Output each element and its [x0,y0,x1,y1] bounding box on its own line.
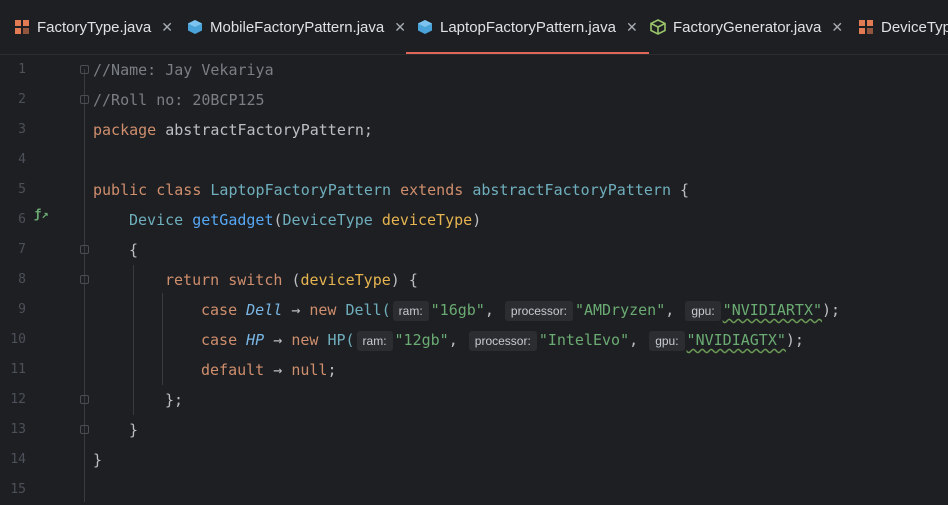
code-line-7: { [129,241,139,259]
line-number: 11 [10,362,26,377]
java-abstract-icon [187,19,203,35]
java-class-icon [858,19,874,35]
fold-marker[interactable] [80,245,89,254]
line-number: 15 [10,482,26,497]
line-number: 5 [18,182,26,197]
param-hint: gpu: [685,300,721,321]
param-hint: ram: [392,300,429,321]
tab-label: DeviceTyp [881,18,948,36]
line-number: 4 [18,152,26,167]
code-line-10: case HP → new HP(ram: "12gb", processor: "… [201,330,804,351]
override-marker-icon[interactable]: ƒ↗ [34,207,48,221]
line-number: 2 [18,92,26,107]
tab-label: LaptopFactoryPattern.java [440,18,616,36]
java-interface-icon [650,19,666,35]
line-number: 10 [10,332,26,347]
fold-marker[interactable] [80,95,89,104]
line-number: 14 [10,452,26,467]
indent-guide [162,293,163,385]
close-icon[interactable]: ✕ [626,19,638,36]
code-line-5: public class LaptopFactoryPattern extend… [93,181,690,199]
code-line-13: } [129,421,139,439]
tab-label: MobileFactoryPattern.java [210,18,385,36]
param-hint: processor: [504,300,573,321]
line-number: 6 [18,212,26,227]
close-icon[interactable]: ✕ [831,19,843,36]
line-number: 9 [18,302,26,317]
line-number: 13 [10,422,26,437]
code-editor[interactable]: 1 2 3 4 5 6 7 8 9 10 11 12 13 14 15 ƒ↗ /… [0,55,948,502]
tab-factorytype[interactable]: FactoryType.java ✕ [14,0,173,54]
indent-guide [133,265,134,415]
tab-label: FactoryType.java [37,18,152,36]
param-hint: gpu: [649,330,685,351]
close-icon[interactable]: ✕ [394,19,406,36]
line-number: 12 [10,392,26,407]
line-number: 8 [18,272,26,287]
code-line-11: default → null; [201,361,337,379]
line-number: 7 [18,242,26,257]
fold-marker[interactable] [80,275,89,284]
java-class-icon [14,19,30,35]
code-line-1: //Name: Jay Vekariya [93,61,274,79]
code-line-14: } [93,451,103,469]
close-icon[interactable]: ✕ [161,19,173,36]
editor-tab-bar: FactoryType.java ✕ MobileFactoryPattern.… [0,0,948,55]
tab-laptopfactorypattern[interactable]: LaptopFactoryPattern.java ✕ [406,0,649,54]
line-number: 3 [18,122,26,137]
param-hint: ram: [356,330,393,351]
code-line-2: //Roll no: 20BCP125 [93,91,265,109]
tab-mobilefactorypattern[interactable]: MobileFactoryPattern.java ✕ [187,0,406,54]
code-line-6: Device getGadget(DeviceType deviceType) [129,211,482,229]
fold-marker[interactable] [80,65,89,74]
code-line-3: package abstractFactoryPattern; [93,121,373,139]
code-line-12: }; [165,391,184,409]
code-line-9: case Dell → new Dell(ram: "16gb", process… [201,300,841,321]
fold-marker[interactable] [80,425,89,434]
fold-marker[interactable] [80,395,89,404]
line-number: 1 [18,62,26,77]
tab-devicetype[interactable]: DeviceTyp [858,0,948,54]
fold-guide [84,69,85,502]
param-hint: processor: [468,330,537,351]
java-abstract-icon [417,19,433,35]
code-line-8: return switch (deviceType) { [165,271,418,289]
tab-factorygenerator[interactable]: FactoryGenerator.java ✕ [650,0,843,54]
tab-label: FactoryGenerator.java [673,18,822,36]
